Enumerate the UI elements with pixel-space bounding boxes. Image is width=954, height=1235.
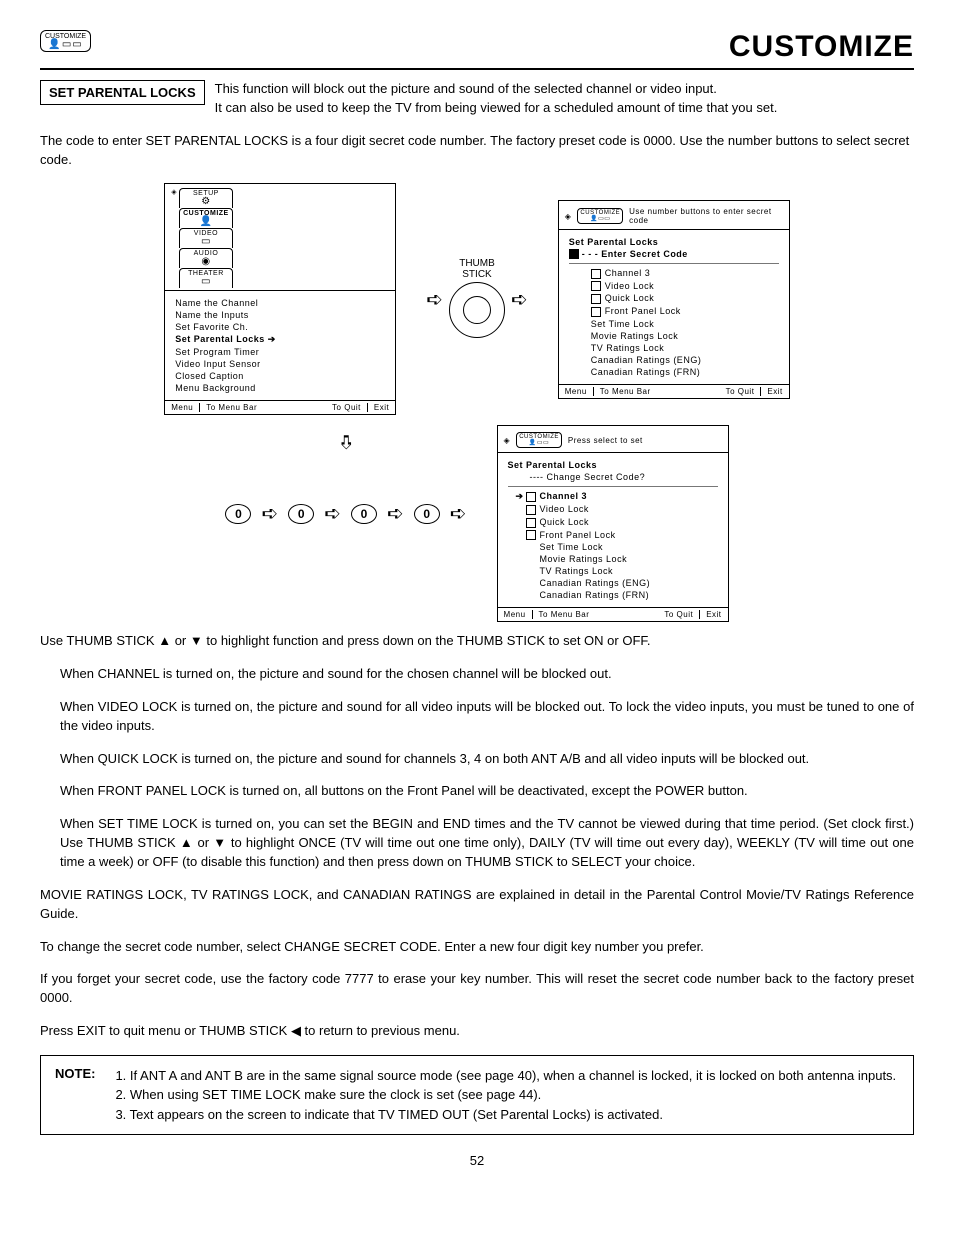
osd-enter-code: ◈ CUSTOMIZE👤▭▭ Use number buttons to ent… bbox=[558, 200, 790, 399]
code-digit: 0 bbox=[288, 504, 314, 524]
arrow-right-icon: ➪ bbox=[261, 501, 278, 526]
osd-tab: THEATER▭ bbox=[179, 268, 233, 288]
paragraph-code-info: The code to enter SET PARENTAL LOCKS is … bbox=[40, 132, 914, 170]
page-title: CUSTOMIZE bbox=[729, 30, 914, 64]
nav-dot: ◈ bbox=[565, 212, 572, 221]
osd-menu-item: Name the Inputs bbox=[175, 309, 385, 321]
paragraph-change-code: To change the secret code number, select… bbox=[40, 938, 914, 957]
arrow-right-icon: ➪ bbox=[426, 287, 443, 312]
arrow-right-icon: ➪ bbox=[450, 501, 467, 526]
page-number: 52 bbox=[40, 1153, 914, 1168]
arrow-right-icon: ➪ bbox=[324, 501, 341, 526]
osd-menu-item: Name the Channel bbox=[175, 297, 385, 309]
note-item: 3. Text appears on the screen to indicat… bbox=[115, 1105, 899, 1125]
note-box: NOTE: 1. If ANT A and ANT B are in the s… bbox=[40, 1055, 914, 1136]
osd-lock-item: Video Lock bbox=[569, 280, 779, 293]
osd-lock-item: Set Time Lock bbox=[569, 318, 779, 330]
paragraph-set-time-lock: When SET TIME LOCK is turned on, you can… bbox=[60, 815, 914, 872]
osd-menu-item: Menu Background bbox=[175, 382, 385, 394]
paragraph-use-thumb: Use THUMB STICK ▲ or ▼ to highlight func… bbox=[40, 632, 914, 651]
osd-change-code: ◈ CUSTOMIZE👤▭▭ Press select to set Set P… bbox=[497, 425, 729, 622]
enter-code-line: * - - - Enter Secret Code bbox=[569, 248, 779, 260]
nav-dot: ◈ bbox=[171, 188, 177, 288]
osd-lock-item: Video Lock bbox=[508, 503, 718, 516]
osd-lock-item: Canadian Ratings (FRN) bbox=[569, 366, 779, 378]
paragraph-exit: Press EXIT to quit menu or THUMB STICK ◀… bbox=[40, 1022, 914, 1041]
osd-tab: SETUP⚙ bbox=[179, 188, 233, 208]
osd-menu-item: Video Input Sensor bbox=[175, 358, 385, 370]
paragraph-quick-lock: When QUICK LOCK is turned on, the pictur… bbox=[60, 750, 914, 769]
osd-lock-item: Movie Ratings Lock bbox=[569, 330, 779, 342]
osd-lock-item: Canadian Ratings (ENG) bbox=[508, 577, 718, 589]
osd-lock-item: Canadian Ratings (ENG) bbox=[569, 354, 779, 366]
osd1-tabs: ◈ SETUP⚙CUSTOMIZE👤VIDEO▭AUDIO◉THEATER▭ bbox=[165, 188, 395, 291]
thumb-stick: THUMB STICK bbox=[449, 258, 505, 340]
osd-lock-item: Front Panel Lock bbox=[508, 529, 718, 542]
diagram-row-1: ◈ SETUP⚙CUSTOMIZE👤VIDEO▭AUDIO◉THEATER▭ N… bbox=[40, 183, 914, 415]
paragraph-channel: When CHANNEL is turned on, the picture a… bbox=[60, 665, 914, 684]
diagram-row-2: ➪ 0 ➪ 0 ➪ 0 ➪ 0 ➪ ◈ CUSTOMIZE👤▭▭ Press s… bbox=[40, 425, 914, 622]
paragraph-video-lock: When VIDEO LOCK is turned on, the pictur… bbox=[60, 698, 914, 736]
section-label: SET PARENTAL LOCKS bbox=[40, 80, 205, 105]
paragraph-front-panel: When FRONT PANEL LOCK is turned on, all … bbox=[60, 782, 914, 801]
osd-lock-item: Set Time Lock bbox=[508, 541, 718, 553]
title-rule bbox=[40, 68, 914, 70]
nav-dot: ◈ bbox=[504, 436, 511, 445]
customize-badge: CUSTOMIZE 👤▭▭ bbox=[40, 30, 91, 52]
osd-lock-item: ➔Channel 3 bbox=[508, 490, 718, 503]
osd-tab: VIDEO▭ bbox=[179, 228, 233, 248]
osd-menu-item: Set Program Timer bbox=[175, 346, 385, 358]
note-item: 2. When using SET TIME LOCK make sure th… bbox=[115, 1085, 899, 1105]
osd-customize-menu: ◈ SETUP⚙CUSTOMIZE👤VIDEO▭AUDIO◉THEATER▭ N… bbox=[164, 183, 396, 415]
osd-menu-item: Closed Caption bbox=[175, 370, 385, 382]
arrow-down-icon: ➪ bbox=[333, 434, 358, 451]
arrow-right-icon: ➪ bbox=[511, 287, 528, 312]
osd-lock-item: Quick Lock bbox=[508, 516, 718, 529]
secret-code-entry: 0 ➪ 0 ➪ 0 ➪ 0 ➪ bbox=[225, 501, 466, 526]
paragraph-forget-code: If you forget your secret code, use the … bbox=[40, 970, 914, 1008]
osd-lock-item: Movie Ratings Lock bbox=[508, 553, 718, 565]
note-label: NOTE: bbox=[55, 1066, 95, 1125]
osd-lock-item: Quick Lock bbox=[569, 292, 779, 305]
intro-text: This function will block out the picture… bbox=[215, 80, 914, 118]
badge-icons: 👤▭▭ bbox=[48, 40, 82, 50]
osd-tab: AUDIO◉ bbox=[179, 248, 233, 268]
paragraph-ratings: MOVIE RATINGS LOCK, TV RATINGS LOCK, and… bbox=[40, 886, 914, 924]
code-digit: 0 bbox=[351, 504, 377, 524]
osd-menu-item: Set Favorite Ch. bbox=[175, 321, 385, 333]
osd-tab: CUSTOMIZE👤 bbox=[179, 208, 233, 228]
note-item: 1. If ANT A and ANT B are in the same si… bbox=[115, 1066, 899, 1086]
osd-lock-item: TV Ratings Lock bbox=[569, 342, 779, 354]
osd-lock-item: Channel 3 bbox=[569, 267, 779, 280]
osd-lock-item: TV Ratings Lock bbox=[508, 565, 718, 577]
osd-lock-item: Front Panel Lock bbox=[569, 305, 779, 318]
osd-lock-item: Canadian Ratings (FRN) bbox=[508, 589, 718, 601]
code-digit: 0 bbox=[225, 504, 251, 524]
code-digit: 0 bbox=[414, 504, 440, 524]
osd-menu-item: Set Parental Locks ➔ bbox=[175, 333, 385, 346]
customize-mini-badge: CUSTOMIZE👤▭▭ bbox=[577, 208, 623, 224]
customize-mini-badge: CUSTOMIZE👤▭▭ bbox=[516, 432, 562, 448]
arrow-right-icon: ➪ bbox=[387, 501, 404, 526]
